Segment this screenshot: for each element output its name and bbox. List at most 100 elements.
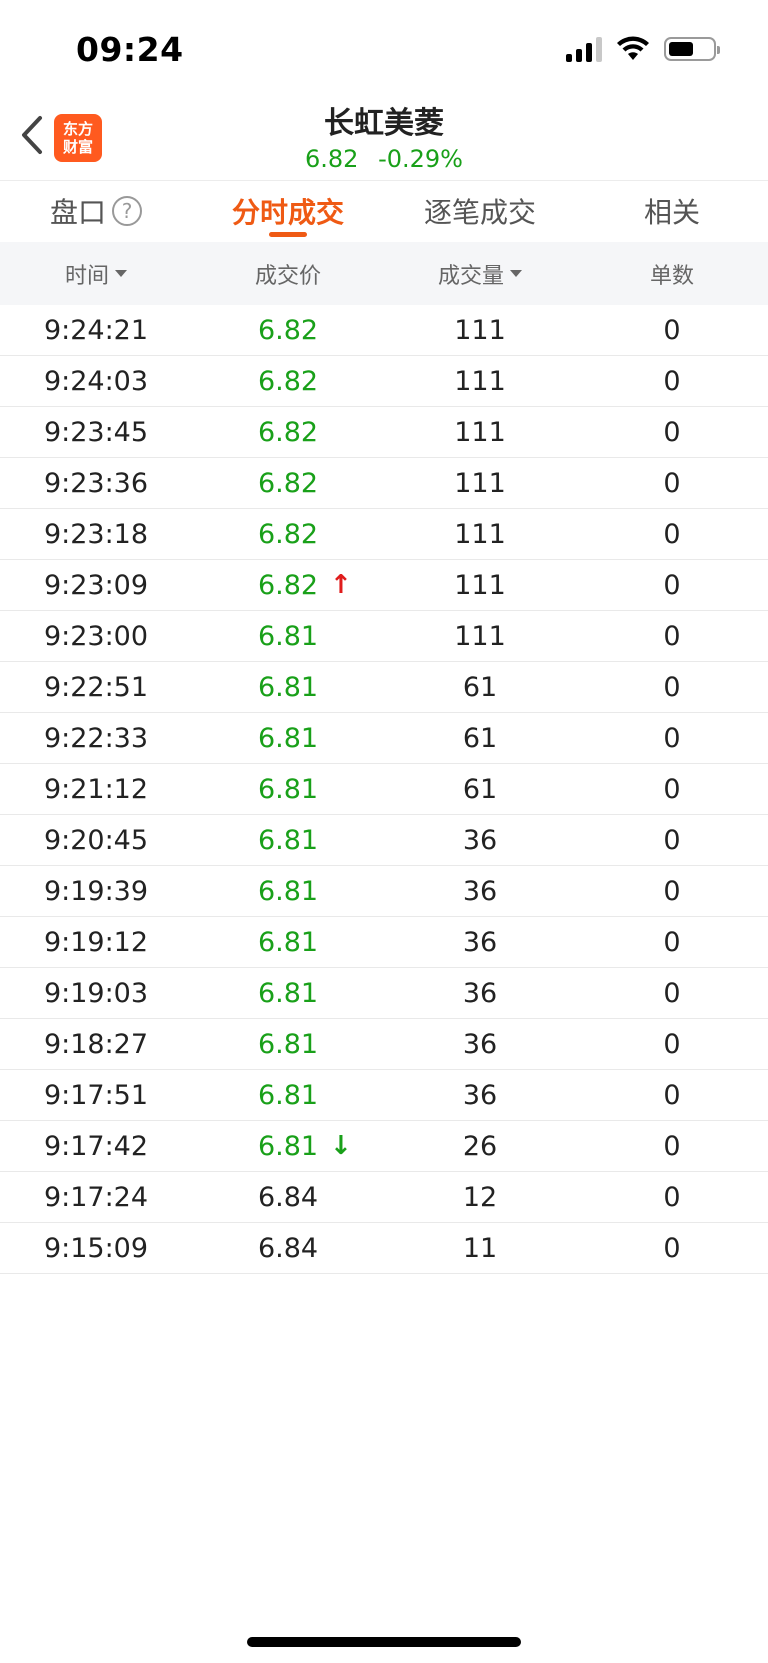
- trade-price: 6.81: [192, 1070, 384, 1120]
- trade-time-value: 9:24:21: [43, 314, 149, 346]
- trade-volume-value: 111: [454, 620, 506, 652]
- trade-count: 0: [576, 1172, 768, 1222]
- trade-time: 9:19:12: [0, 917, 192, 967]
- trade-volume-value: 36: [462, 977, 498, 1009]
- trade-time: 9:22:51: [0, 662, 192, 712]
- trade-count-value: 0: [663, 1232, 681, 1264]
- stock-quote: 6.82 -0.29%: [0, 145, 768, 173]
- home-indicator[interactable]: [247, 1637, 521, 1647]
- sort-caret-icon: [510, 270, 522, 277]
- trade-time: 9:21:12: [0, 764, 192, 814]
- trade-list[interactable]: 9:24:21 6.82 111 0 9:24:03 6.82 111 0 9:23:45 6.8…: [0, 305, 768, 1274]
- wifi-icon: [617, 36, 649, 60]
- trade-volume: 111: [384, 407, 576, 457]
- trade-count: 0: [576, 458, 768, 508]
- trade-count: 0: [576, 1223, 768, 1273]
- table-row: 9:17:42 6.81 ↓ 26 0: [0, 1121, 768, 1172]
- trade-time-value: 9:23:45: [43, 416, 149, 448]
- trade-time: 9:18:27: [0, 1019, 192, 1069]
- trade-volume-value: 36: [462, 1079, 498, 1111]
- column-price: 成交价: [192, 242, 384, 305]
- trade-volume-value: 111: [454, 416, 506, 448]
- trade-count-value: 0: [663, 824, 681, 856]
- trade-volume: 12: [384, 1172, 576, 1222]
- trade-volume: 61: [384, 764, 576, 814]
- trade-count: 0: [576, 917, 768, 967]
- trade-volume: 61: [384, 662, 576, 712]
- trade-time-value: 9:19:39: [43, 875, 149, 907]
- trade-count-value: 0: [663, 1181, 681, 1213]
- trade-volume-value: 111: [454, 467, 506, 499]
- trade-count-value: 0: [663, 1028, 681, 1060]
- trade-count-value: 0: [663, 467, 681, 499]
- trade-volume-value: 111: [454, 518, 506, 550]
- trade-volume-value: 36: [462, 926, 498, 958]
- trade-volume: 36: [384, 917, 576, 967]
- column-count: 单数: [576, 242, 768, 305]
- trade-time: 9:24:21: [0, 305, 192, 355]
- trade-count: 0: [576, 1070, 768, 1120]
- tab-tick-trades[interactable]: 逐笔成交: [384, 181, 576, 241]
- trade-count: 0: [576, 356, 768, 406]
- trade-price: 6.82: [192, 305, 384, 355]
- tab-related[interactable]: 相关: [576, 181, 768, 241]
- trade-time-value: 9:23:00: [43, 620, 149, 652]
- table-row: 9:24:03 6.82 111 0: [0, 356, 768, 407]
- trade-count: 0: [576, 866, 768, 916]
- trade-time: 9:23:18: [0, 509, 192, 559]
- column-label: 成交量: [437, 263, 504, 289]
- trade-count-value: 0: [663, 671, 681, 703]
- table-header: 时间 成交价 成交量 单数: [0, 242, 768, 305]
- trade-time-value: 9:22:33: [43, 722, 149, 754]
- trade-volume-value: 12: [462, 1181, 498, 1213]
- trade-time-value: 9:24:03: [43, 365, 149, 397]
- stock-name: 长虹美菱: [324, 106, 444, 141]
- tab-label: 分时成交: [231, 196, 344, 229]
- trade-price: 6.82: [192, 509, 384, 559]
- trade-volume: 26: [384, 1121, 576, 1171]
- column-volume-sort[interactable]: 成交量: [384, 242, 576, 305]
- trade-count: 0: [576, 611, 768, 661]
- trade-volume: 111: [384, 509, 576, 559]
- trade-price: 6.84: [192, 1172, 384, 1222]
- trade-volume-value: 111: [454, 569, 506, 601]
- trade-price-value: 6.84: [257, 1181, 319, 1213]
- help-icon[interactable]: ?: [112, 196, 142, 226]
- trade-volume-value: 111: [454, 365, 506, 397]
- tab-order-book[interactable]: 盘口 ?: [0, 181, 192, 241]
- trade-volume-value: 11: [462, 1232, 498, 1264]
- trade-time: 9:23:36: [0, 458, 192, 508]
- arrow-down-icon: ↓: [330, 1131, 352, 1161]
- trade-price: 6.81: [192, 764, 384, 814]
- battery-icon: [664, 37, 720, 61]
- trade-price-value: 6.81: [257, 1079, 319, 1111]
- trade-volume-value: 36: [462, 1028, 498, 1060]
- trade-count-value: 0: [663, 875, 681, 907]
- trade-volume: 61: [384, 713, 576, 763]
- trade-price: 6.81: [192, 611, 384, 661]
- trade-time: 9:23:00: [0, 611, 192, 661]
- trade-count: 0: [576, 1019, 768, 1069]
- trade-time-value: 9:23:09: [43, 569, 149, 601]
- trade-volume: 36: [384, 1019, 576, 1069]
- trade-time-value: 9:17:24: [43, 1181, 149, 1213]
- trade-count: 0: [576, 560, 768, 610]
- trade-count-value: 0: [663, 722, 681, 754]
- trade-count-value: 0: [663, 518, 681, 550]
- trade-price: 6.82: [192, 356, 384, 406]
- trade-count-value: 0: [663, 1130, 681, 1162]
- trade-price-value: 6.82: [257, 467, 319, 499]
- trade-count-value: 0: [663, 314, 681, 346]
- table-row: 9:15:09 6.84 11 0: [0, 1223, 768, 1274]
- trade-time-value: 9:17:51: [43, 1079, 149, 1111]
- column-time-sort[interactable]: 时间: [0, 242, 192, 305]
- trade-time: 9:24:03: [0, 356, 192, 406]
- trade-volume: 111: [384, 458, 576, 508]
- trade-price-value: 6.81: [257, 926, 319, 958]
- trade-count: 0: [576, 1121, 768, 1171]
- tab-time-trades[interactable]: 分时成交: [192, 181, 384, 241]
- trade-price: 6.81: [192, 1019, 384, 1069]
- sort-caret-icon: [115, 270, 127, 277]
- trade-time: 9:17:42: [0, 1121, 192, 1171]
- trade-time: 9:19:39: [0, 866, 192, 916]
